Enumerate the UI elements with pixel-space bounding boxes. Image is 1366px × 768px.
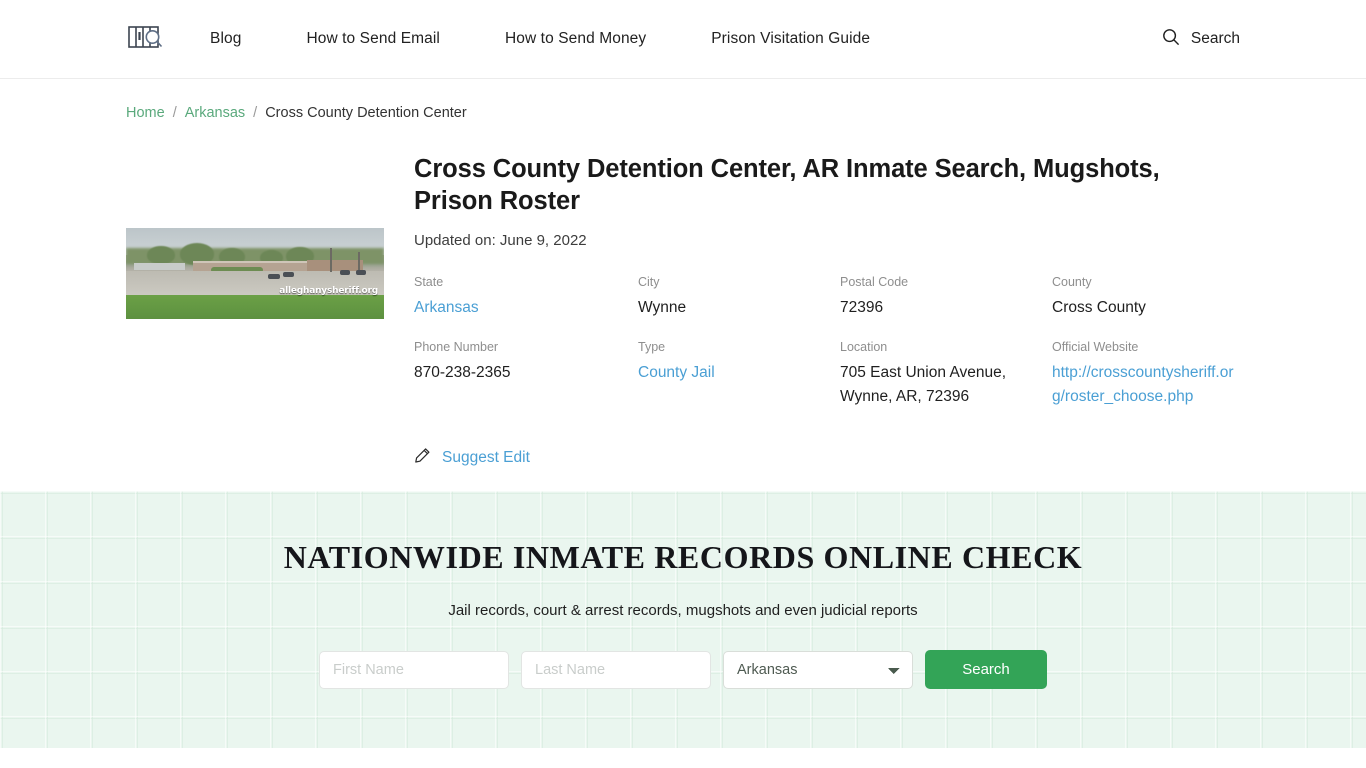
pencil-icon <box>414 447 431 469</box>
breadcrumb-separator-2: / <box>253 105 258 121</box>
site-logo[interactable] <box>126 22 170 56</box>
breadcrumb-separator-1: / <box>172 105 177 121</box>
header-search-toggle[interactable]: Search <box>1162 28 1240 51</box>
fact-label-state: State <box>414 274 444 289</box>
nav-item-blog[interactable]: Blog <box>210 30 241 48</box>
fact-state: State Arkansas <box>414 275 638 320</box>
fact-value-state[interactable]: Arkansas <box>414 296 604 320</box>
fact-label-county: County <box>1052 274 1092 289</box>
page-title: Cross County Detention Center, AR Inmate… <box>414 155 1160 215</box>
facility-details: Cross County Detention Center, AR Inmate… <box>414 154 1240 469</box>
nationwide-subheading: Jail records, court & arrest records, mu… <box>448 602 918 619</box>
fact-label-phone-number: Phone Number <box>414 339 499 354</box>
suggest-edit-label: Suggest Edit <box>442 448 530 466</box>
last-name-input[interactable] <box>521 650 711 689</box>
fact-phone-number: Phone Number 870-238-2365 <box>414 340 638 409</box>
first-name-input[interactable] <box>319 650 509 689</box>
photo-watermark: alleghanysheriff.org <box>279 286 378 296</box>
fact-label-postal-code: Postal Code <box>840 274 909 289</box>
search-button[interactable]: Search <box>925 650 1047 689</box>
fact-value-official-website[interactable]: http://crosscountysheriff.org/roster_cho… <box>1052 361 1240 409</box>
fact-label-city: City <box>638 274 660 289</box>
fact-value-phone-number: 870-238-2365 <box>414 363 511 381</box>
fact-location: Location 705 East Union Avenue, Wynne, A… <box>840 340 1052 409</box>
fact-value-city: Wynne <box>638 298 687 316</box>
fact-label-type: Type <box>638 339 666 354</box>
fact-county: County Cross County <box>1052 275 1240 320</box>
fact-official-website: Official Website http://crosscountysheri… <box>1052 340 1240 409</box>
header-search-label: Search <box>1190 30 1240 47</box>
fact-postal-code: Postal Code 72396 <box>840 275 1052 320</box>
updated-date: Updated on: June 9, 2022 <box>414 231 587 249</box>
facility-photo-column: alleghanysheriff.org <box>126 154 414 469</box>
nationwide-search-section: NATIONWIDE INMATE RECORDS ONLINE CHECK J… <box>0 491 1366 748</box>
inmate-search-form: Arkansas Search <box>0 650 1366 689</box>
fact-value-postal-code: 72396 <box>840 298 884 316</box>
breadcrumb-current: Cross County Detention Center <box>265 105 467 121</box>
state-select[interactable]: Arkansas <box>723 650 913 689</box>
nav-item-prison-visitation-guide[interactable]: Prison Visitation Guide <box>711 30 870 48</box>
fact-value-location: 705 East Union Avenue, Wynne, AR, 72396 <box>840 363 1007 405</box>
facility-summary: alleghanysheriff.org Cross County Detent… <box>0 154 1366 469</box>
breadcrumb-home[interactable]: Home <box>126 105 165 121</box>
breadcrumb-state[interactable]: Arkansas <box>185 105 245 121</box>
jail-bars-magnifier-logo-icon <box>126 21 166 58</box>
site-header: Blog How to Send Email How to Send Money… <box>0 0 1366 79</box>
nav-item-how-to-send-money[interactable]: How to Send Money <box>505 30 646 48</box>
main-navigation: Blog How to Send Email How to Send Money… <box>210 30 1162 48</box>
nav-item-how-to-send-email[interactable]: How to Send Email <box>306 30 440 48</box>
nationwide-heading: NATIONWIDE INMATE RECORDS ONLINE CHECK <box>283 539 1083 575</box>
search-icon <box>1162 28 1180 51</box>
fact-type: Type County Jail <box>638 340 840 409</box>
breadcrumb: Home / Arkansas / Cross County Detention… <box>0 79 1366 121</box>
fact-city: City Wynne <box>638 275 840 320</box>
fact-label-location: Location <box>840 339 888 354</box>
facility-photo: alleghanysheriff.org <box>126 228 384 319</box>
fact-label-official-website: Official Website <box>1052 339 1139 354</box>
facility-fact-grid: State Arkansas City Wynne Postal Code 72… <box>414 275 1240 409</box>
suggest-edit-button[interactable]: Suggest Edit <box>414 447 530 469</box>
fact-value-county: Cross County <box>1052 298 1146 316</box>
fact-value-type[interactable]: County Jail <box>638 361 828 385</box>
